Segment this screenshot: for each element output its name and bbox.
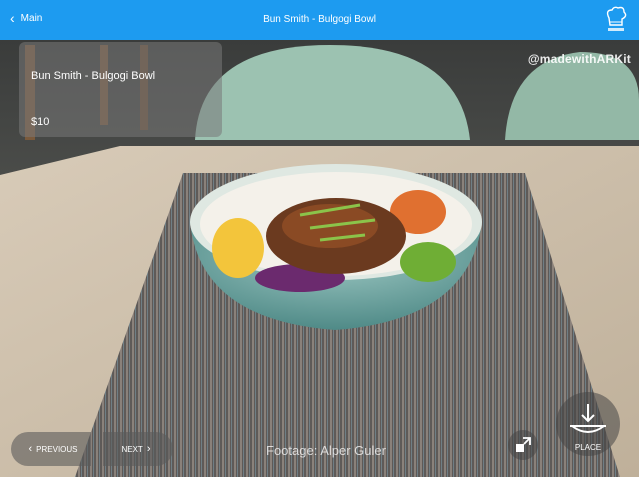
- item-info-card: Bun Smith - Bulgogi Bowl $10: [19, 42, 222, 137]
- place-down-arrow-icon: [570, 404, 606, 433]
- expand-icon: [516, 437, 531, 452]
- navigation-bar: ‹ Main Bun Smith - Bulgogi Bowl: [0, 0, 639, 40]
- previous-button[interactable]: ‹ PREVIOUS: [11, 432, 91, 466]
- chevron-left-icon: ‹: [28, 443, 33, 455]
- item-name: Bun Smith - Bulgogi Bowl: [31, 70, 156, 82]
- chef-hat-logo-icon[interactable]: [605, 6, 627, 34]
- next-label: NEXT: [121, 444, 143, 454]
- expand-button[interactable]: [508, 430, 538, 460]
- watermark: @madewithARKit: [527, 52, 631, 66]
- page-title: Bun Smith - Bulgogi Bowl: [263, 14, 376, 25]
- previous-label: PREVIOUS: [36, 444, 78, 454]
- place-button[interactable]: PLACE: [556, 392, 620, 456]
- chevron-right-icon: ›: [146, 443, 151, 455]
- footage-credit: Footage: Alper Guler: [266, 443, 386, 458]
- next-button[interactable]: NEXT ›: [103, 432, 173, 466]
- place-label: PLACE: [574, 443, 602, 452]
- item-price: $10: [31, 116, 50, 128]
